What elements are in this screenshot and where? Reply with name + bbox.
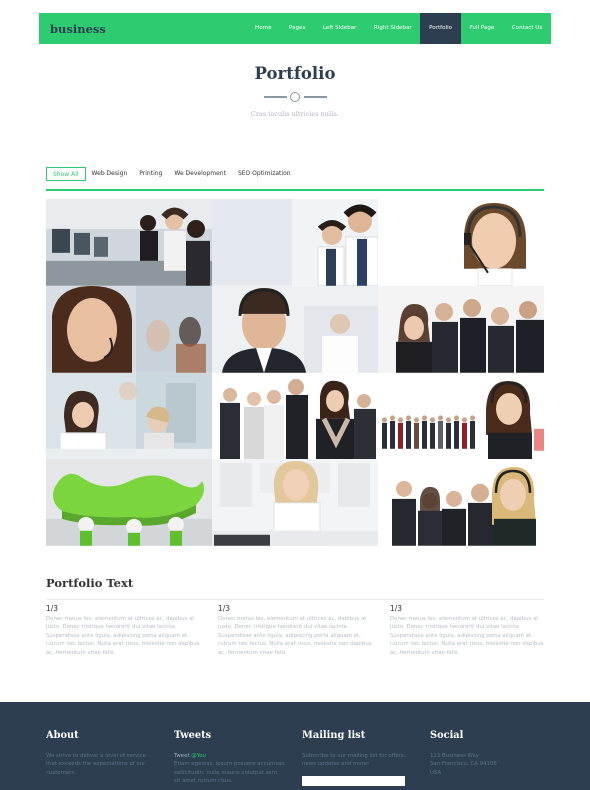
footer-mailing-text: Subscribe to our mailing list for offers… <box>302 753 406 768</box>
portfolio-filters: Show All Web Design Printing We Developm… <box>46 167 303 181</box>
footer-about-title: About <box>46 730 79 741</box>
portfolio-image[interactable] <box>46 372 212 460</box>
nav-portfolio[interactable]: Portfolio <box>420 13 461 44</box>
nav-pages[interactable]: Pages <box>280 13 314 44</box>
portfolio-image[interactable] <box>46 459 212 546</box>
column-body: Donec metus leo, elementum at ultrices a… <box>390 616 544 656</box>
page-title: Portfolio <box>254 64 336 83</box>
portfolio-image[interactable] <box>378 285 544 373</box>
address-line: San Francisco, CA 94108 <box>430 761 497 768</box>
portfolio-image[interactable] <box>212 285 378 373</box>
portfolio-image[interactable] <box>378 459 544 546</box>
footer-social-title: Social <box>430 730 464 741</box>
address-line: USA <box>430 769 442 776</box>
page-subtitle: Cras iaculis ultricies nulla. <box>250 110 340 118</box>
column-body: Donec metus leo, elementum at ultrices a… <box>46 616 200 656</box>
column-heading: 1/3 <box>390 604 403 613</box>
footer: About We strive to deliver a level of se… <box>0 702 590 790</box>
tweet-lead: Tweet <box>174 753 190 759</box>
portfolio-image[interactable] <box>46 199 212 286</box>
nav-home[interactable]: Home <box>246 13 280 44</box>
tweet-handle[interactable]: @You <box>191 753 206 759</box>
footer-address: 123 Business Way San Francisco, CA 94108… <box>430 752 542 777</box>
tweet-text: Etiam egestas, ipsum posuere accumsan so… <box>174 761 285 785</box>
brand-logo[interactable]: business <box>50 22 106 36</box>
text-column: 1/3 Donec metus leo, elementum at ultric… <box>390 604 544 657</box>
footer-about: About We strive to deliver a level of se… <box>46 730 158 777</box>
column-heading: 1/3 <box>218 604 231 613</box>
top-navbar: business Home Pages Left Sidebar Right S… <box>39 13 551 44</box>
nav-full-page[interactable]: Full Page <box>461 13 503 44</box>
footer-about-text: We strive to deliver a level of service … <box>46 753 146 776</box>
nav-right-sidebar[interactable]: Right Sidebar <box>365 13 420 44</box>
filter-show-all[interactable]: Show All <box>46 167 86 181</box>
portfolio-image[interactable] <box>212 372 378 460</box>
portfolio-image[interactable] <box>212 459 378 546</box>
portfolio-image[interactable] <box>378 372 544 460</box>
main-nav: Home Pages Left Sidebar Right Sidebar Po… <box>246 13 551 44</box>
footer-social: Social 123 Business Way San Francisco, C… <box>430 730 542 777</box>
portfolio-image[interactable] <box>46 285 212 373</box>
section-title: Portfolio Text <box>46 576 134 590</box>
email-field[interactable] <box>302 775 405 786</box>
title-divider <box>264 91 327 103</box>
filter-web-design[interactable]: Web Design <box>92 167 128 181</box>
footer-mailing: Mailing list Subscribe to our mailing li… <box>302 730 414 786</box>
filter-seo-optimization[interactable]: SEO Optimization <box>238 167 291 181</box>
address-line: 123 Business Way <box>430 753 479 759</box>
column-heading: 1/3 <box>46 604 59 613</box>
portfolio-image[interactable] <box>378 199 544 286</box>
footer-mailing-title: Mailing list <box>302 730 366 741</box>
text-columns: 1/3 Donec metus leo, elementum at ultric… <box>46 604 544 657</box>
footer-tweets-title: Tweets <box>174 730 212 741</box>
nav-contact-us[interactable]: Contact Us <box>503 13 551 44</box>
column-body: Donec metus leo, elementum at ultrices a… <box>218 616 372 656</box>
text-column: 1/3 Donec metus leo, elementum at ultric… <box>46 604 200 657</box>
portfolio-image[interactable] <box>212 199 378 286</box>
circle-icon <box>290 92 300 102</box>
filter-divider <box>46 189 544 191</box>
section-divider <box>46 599 544 600</box>
text-column: 1/3 Donec metus leo, elementum at ultric… <box>218 604 372 657</box>
nav-left-sidebar[interactable]: Left Sidebar <box>314 13 365 44</box>
footer-tweets: Tweets Tweet @You Etiam egestas, ipsum p… <box>174 730 286 786</box>
filter-printing[interactable]: Printing <box>139 167 162 181</box>
tweet: Tweet @You Etiam egestas, ipsum posuere … <box>174 752 286 786</box>
filter-we-development[interactable]: We Development <box>174 167 226 181</box>
portfolio-grid <box>46 199 544 546</box>
